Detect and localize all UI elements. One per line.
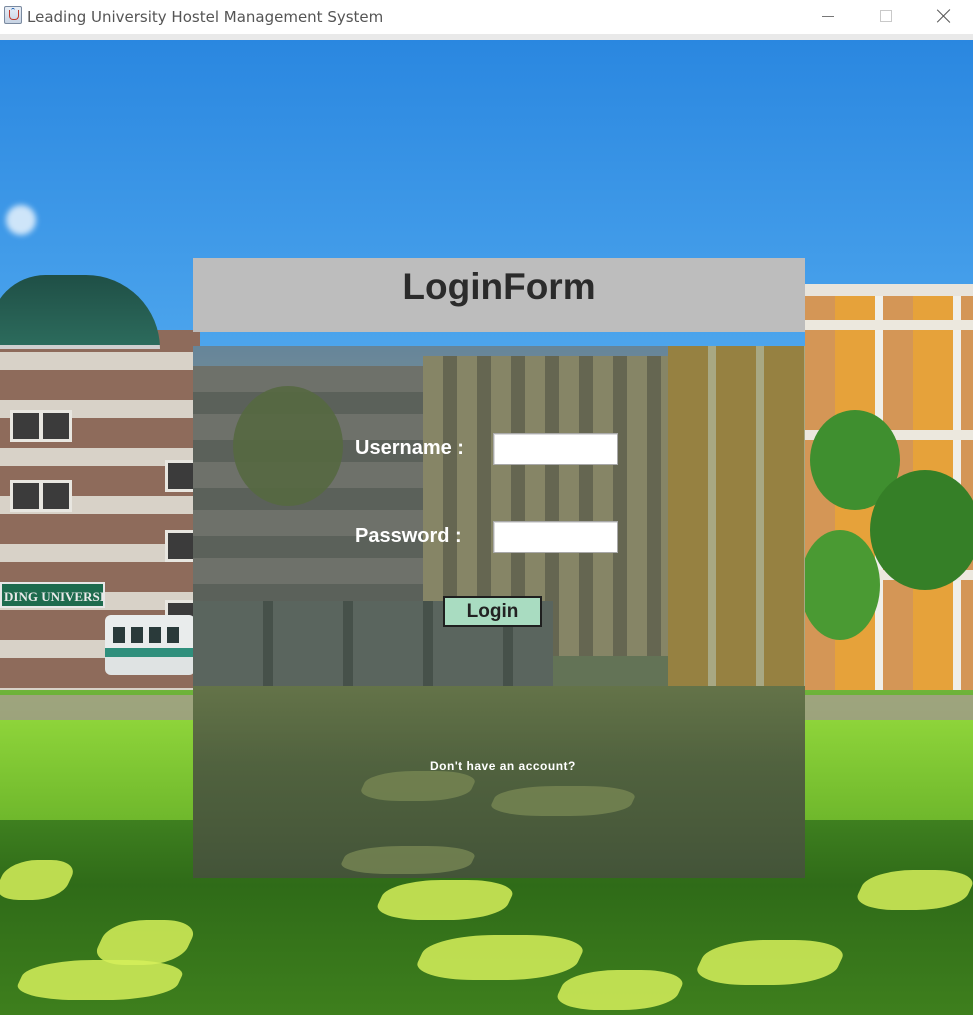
username-label: Username : bbox=[355, 437, 464, 459]
login-form-panel: Username : Password : Login Don't have a… bbox=[193, 346, 805, 878]
maximize-icon bbox=[880, 10, 892, 22]
building-window bbox=[10, 410, 42, 442]
trees bbox=[800, 370, 973, 690]
password-input[interactable] bbox=[493, 521, 618, 553]
building-roofline bbox=[805, 284, 973, 296]
building-window bbox=[10, 480, 42, 512]
password-label: Password : bbox=[355, 525, 462, 547]
bus-window bbox=[131, 627, 143, 643]
university-sign: DING UNIVERSITY bbox=[0, 582, 105, 608]
close-icon bbox=[937, 9, 951, 23]
tree-foliage bbox=[870, 470, 973, 590]
signup-link[interactable]: Don't have an account? bbox=[430, 759, 576, 773]
bus-window bbox=[113, 627, 125, 643]
login-button[interactable]: Login bbox=[443, 596, 542, 627]
campus-bus bbox=[105, 615, 195, 675]
cloud bbox=[6, 205, 36, 235]
window-title: Leading University Hostel Management Sys… bbox=[27, 8, 384, 26]
bus-window bbox=[167, 627, 179, 643]
tree-foliage bbox=[800, 530, 880, 640]
building-window bbox=[40, 480, 72, 512]
building-band bbox=[805, 320, 973, 330]
minimize-icon bbox=[822, 15, 834, 17]
bus-window bbox=[149, 627, 161, 643]
close-button[interactable] bbox=[915, 0, 973, 32]
building-window bbox=[40, 410, 72, 442]
java-app-icon bbox=[4, 6, 22, 24]
login-form-title: LoginForm bbox=[402, 266, 596, 307]
username-input[interactable] bbox=[493, 433, 618, 465]
building-roof bbox=[0, 275, 160, 349]
minimize-button[interactable] bbox=[799, 0, 857, 32]
login-form-header: LoginForm bbox=[193, 258, 805, 332]
window-titlebar: Leading University Hostel Management Sys… bbox=[0, 0, 973, 35]
maximize-button[interactable] bbox=[857, 0, 915, 32]
